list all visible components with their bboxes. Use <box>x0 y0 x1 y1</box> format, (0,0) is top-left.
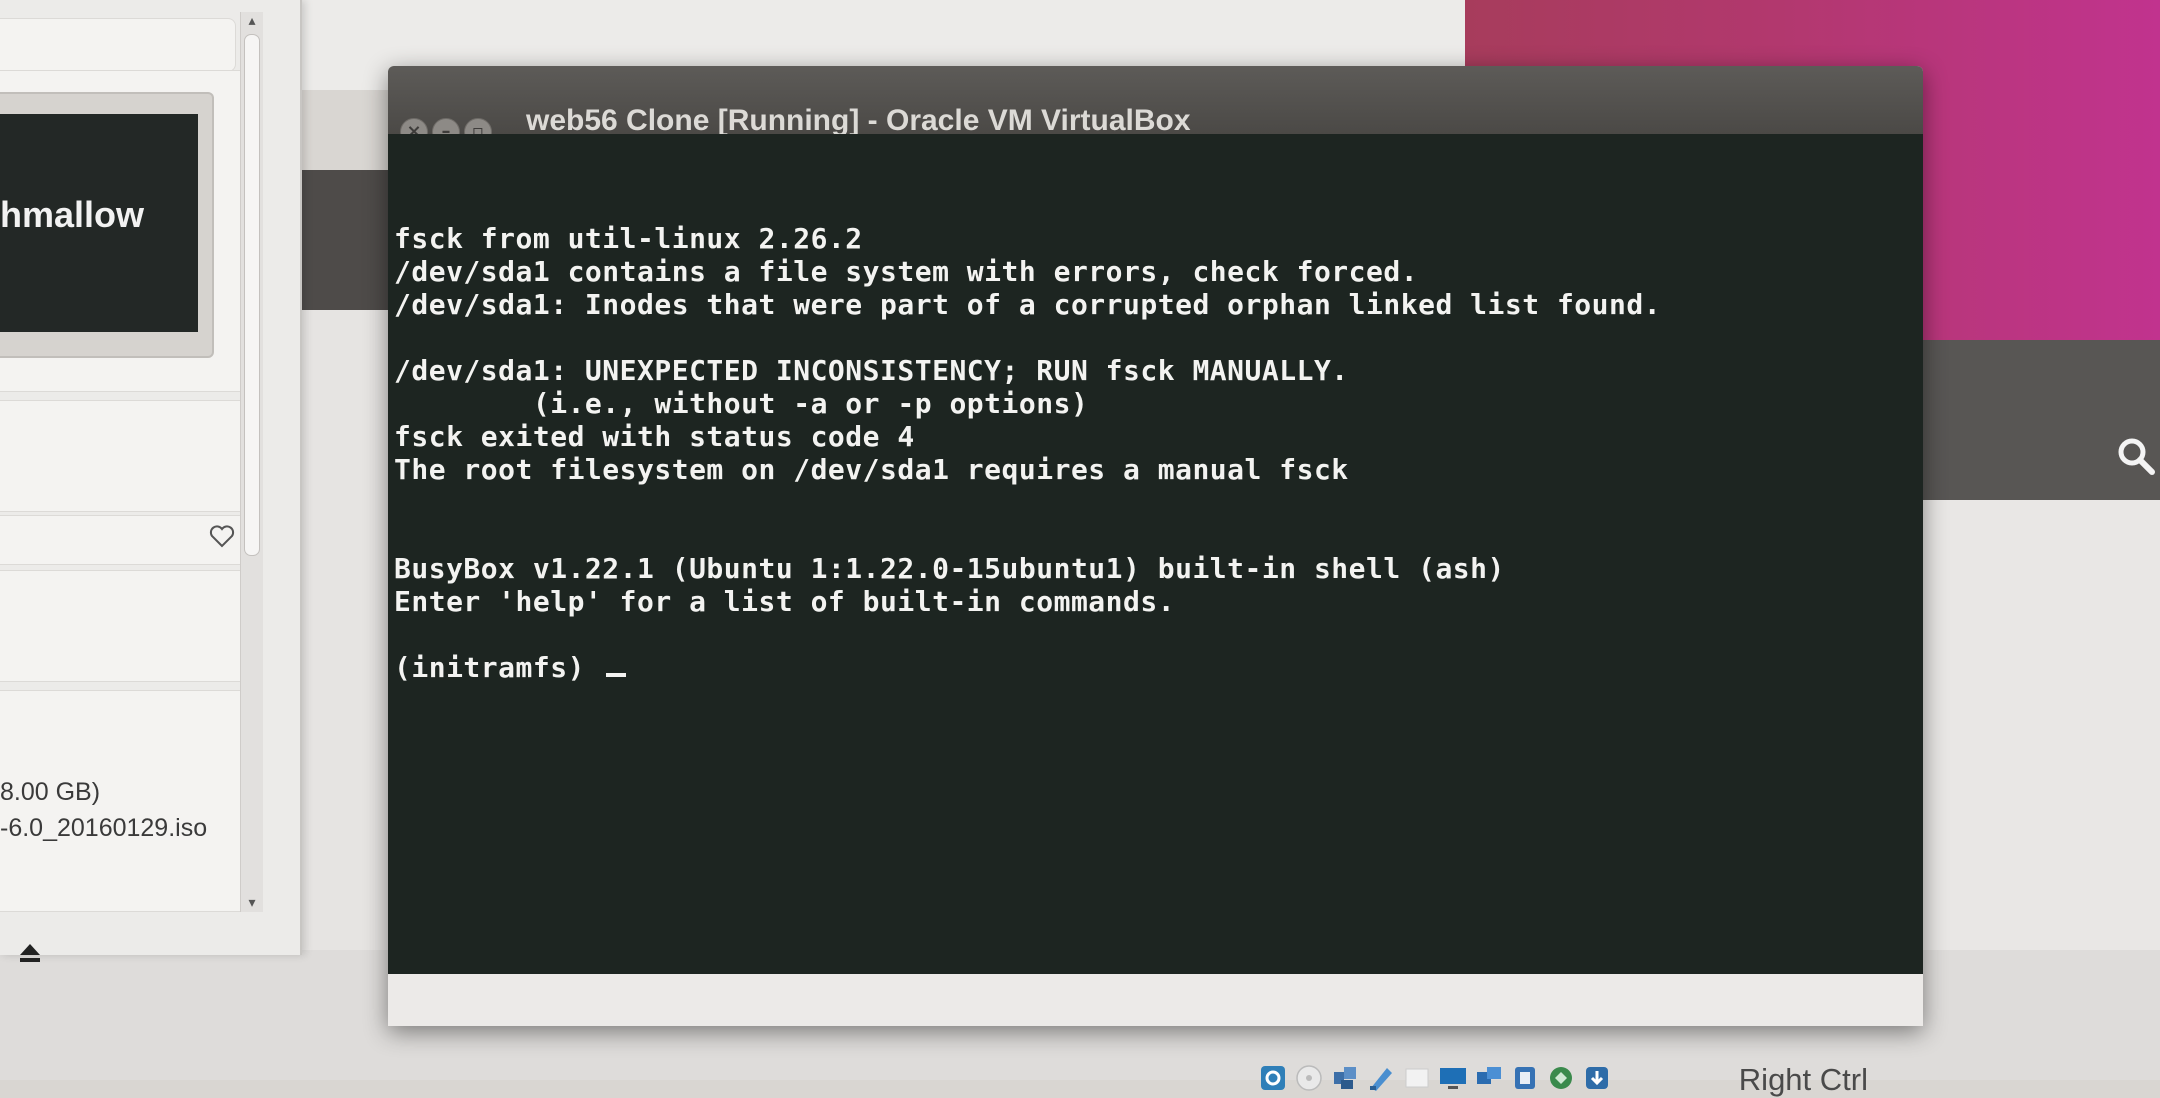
mouse-integration-icon[interactable] <box>1581 1062 1613 1094</box>
eject-icon[interactable] <box>18 942 42 964</box>
console-line: (i.e., without -a or -p options) <box>394 387 1089 420</box>
scroll-thumb[interactable] <box>244 34 260 556</box>
console-line: fsck from util-linux 2.26.2 <box>394 222 863 255</box>
console-line: fsck exited with status code 4 <box>394 420 915 453</box>
storage-size-text: 8.00 GB) <box>0 778 101 806</box>
window-title: web56 Clone [Running] - Oracle VM Virtua… <box>526 104 1191 137</box>
iso-filename-text: -6.0_20160129.iso <box>0 814 208 842</box>
status-bar-icons <box>1257 1062 1613 1094</box>
vm-window: × – ▫ web56 Clone [Running] - Oracle VM … <box>388 66 1923 1097</box>
vm-console-screen[interactable]: fsck from util-linux 2.26.2 /dev/sda1 co… <box>388 134 1923 974</box>
console-line: /dev/sda1 contains a file system with er… <box>394 255 1419 288</box>
console-line: The root filesystem on /dev/sda1 require… <box>394 453 1349 486</box>
network-icon[interactable] <box>1365 1062 1397 1094</box>
hard-disk-icon[interactable] <box>1257 1062 1289 1094</box>
audio-icon[interactable] <box>1329 1062 1361 1094</box>
vm-preview-label: hmallow <box>0 194 145 235</box>
panel-scrollbar[interactable]: ▴ ▾ <box>240 12 263 912</box>
cpu-icon[interactable] <box>1545 1062 1577 1094</box>
vm-preview-screen: hmallow <box>0 114 198 332</box>
console-line: /dev/sda1: Inodes that were part of a co… <box>394 288 1662 321</box>
scroll-up-arrow-icon[interactable]: ▴ <box>245 12 259 30</box>
console-prompt-line[interactable]: (initramfs) <box>394 651 627 684</box>
console-prompt: (initramfs) <box>394 651 603 684</box>
text-cursor <box>606 673 627 677</box>
shared-folders-icon[interactable] <box>1437 1062 1469 1094</box>
console-line: /dev/sda1: UNEXPECTED INCONSISTENCY; RUN… <box>394 354 1349 387</box>
console-line: Enter 'help' for a list of built-in comm… <box>394 585 1176 618</box>
host-key-label[interactable]: Right Ctrl <box>1739 1062 1868 1098</box>
optical-drive-icon[interactable] <box>1293 1062 1325 1094</box>
window-titlebar[interactable]: × – ▫ web56 Clone [Running] - Oracle VM … <box>388 66 1923 146</box>
vm-manager-panel: hmallow 8.00 GB) -6.0_20160129.iso ▴ ▾ <box>0 0 302 962</box>
console-line: BusyBox v1.22.1 (Ubuntu 1:1.22.0-15ubunt… <box>394 552 1505 585</box>
search-icon[interactable] <box>2115 435 2157 477</box>
panel-card-header <box>0 18 236 72</box>
scroll-down-arrow-icon[interactable]: ▾ <box>245 894 259 912</box>
heart-icon[interactable] <box>208 522 236 550</box>
panel-card-general <box>0 400 251 512</box>
display-icon[interactable] <box>1473 1062 1505 1094</box>
vm-preview-frame: hmallow <box>0 92 214 358</box>
panel-card-system <box>0 570 251 682</box>
vm-status-bar: Right Ctrl <box>388 974 1923 1097</box>
video-capture-icon[interactable] <box>1509 1062 1541 1094</box>
usb-icon[interactable] <box>1401 1062 1433 1094</box>
